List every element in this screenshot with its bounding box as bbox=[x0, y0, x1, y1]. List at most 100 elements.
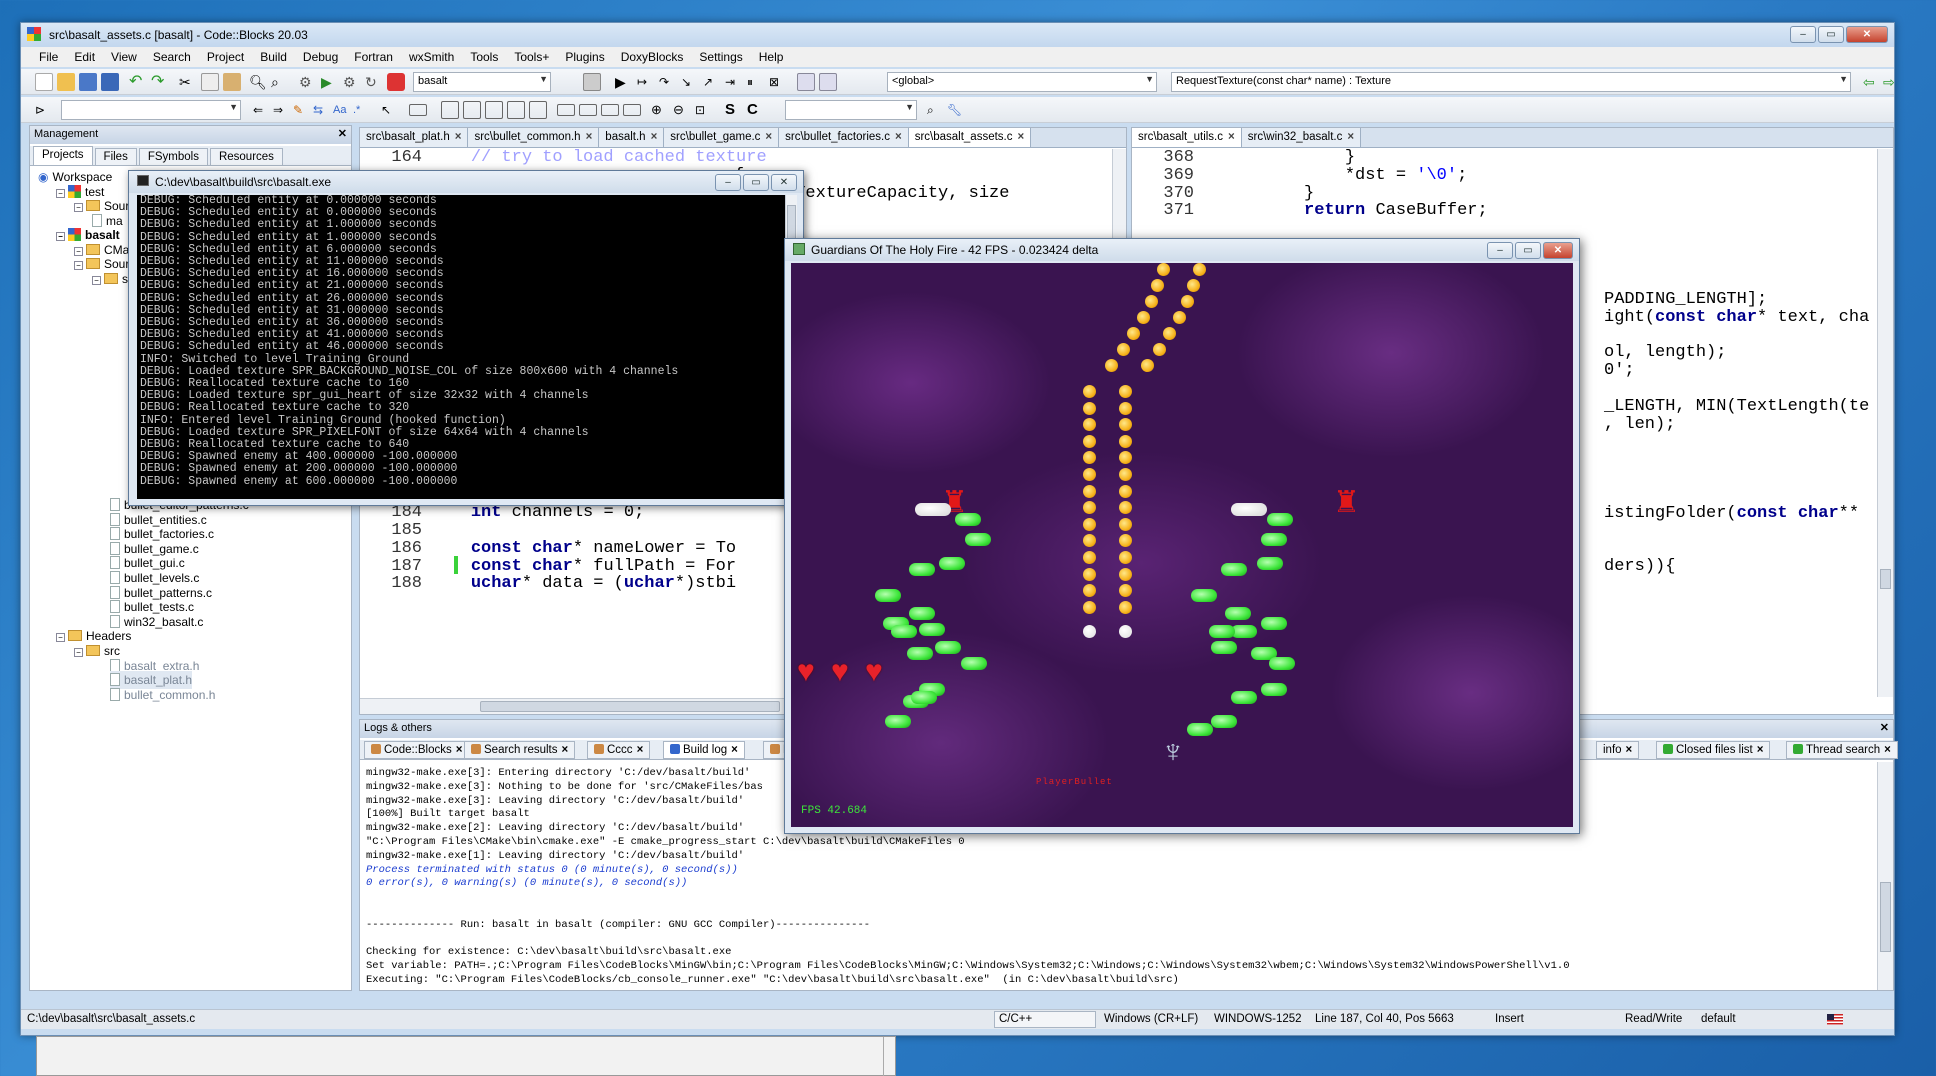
open-file-icon[interactable] bbox=[57, 73, 75, 91]
menu-file[interactable]: File bbox=[31, 50, 66, 64]
menu-tools[interactable]: Tools bbox=[462, 50, 506, 64]
editor-tab[interactable]: basalt.h × bbox=[599, 128, 665, 147]
frame-icon[interactable] bbox=[507, 101, 525, 119]
game-close-button[interactable]: ✕ bbox=[1543, 242, 1573, 259]
zoom-in-icon[interactable]: ⊕ bbox=[651, 101, 669, 119]
run-icon[interactable]: ▶ bbox=[321, 73, 339, 91]
paste-icon[interactable] bbox=[223, 73, 241, 91]
logs-vscroll[interactable] bbox=[1877, 762, 1893, 990]
tab-close-icon[interactable]: × bbox=[586, 131, 593, 143]
log-tab[interactable]: Thread search × bbox=[1786, 741, 1898, 759]
panel-icon[interactable] bbox=[529, 101, 547, 119]
menu-build[interactable]: Build bbox=[252, 50, 295, 64]
menu-settings[interactable]: Settings bbox=[691, 50, 750, 64]
highlight-icon[interactable]: ✎ bbox=[293, 101, 311, 119]
symbol-combo[interactable]: ▼ bbox=[61, 100, 241, 120]
copy-icon[interactable] bbox=[201, 73, 219, 91]
status-language[interactable]: C/C++ bbox=[994, 1011, 1096, 1028]
step-out-icon[interactable]: ↗ bbox=[703, 73, 721, 91]
editor-tab[interactable]: src\bullet_factories.c × bbox=[779, 128, 909, 147]
menu-search[interactable]: Search bbox=[145, 50, 199, 64]
expand-toggle-icon[interactable]: − bbox=[56, 188, 65, 198]
doc-icon[interactable] bbox=[485, 101, 503, 119]
log-tab[interactable]: info × bbox=[1596, 741, 1640, 759]
menu-debug[interactable]: Debug bbox=[295, 50, 346, 64]
expand-toggle-icon[interactable]: − bbox=[56, 633, 65, 643]
scope-select[interactable]: <global> ▼ bbox=[887, 72, 1157, 92]
undo-icon[interactable]: ↶ bbox=[129, 73, 147, 91]
tab-close-icon[interactable]: × bbox=[895, 131, 902, 143]
debug-start-icon[interactable]: ▶ bbox=[615, 73, 633, 91]
cut-icon[interactable]: ✂ bbox=[179, 73, 197, 91]
menu-plugins[interactable]: Plugins bbox=[557, 50, 612, 64]
expand-toggle-icon[interactable]: − bbox=[56, 232, 65, 241]
build-target-select[interactable]: basalt ▼ bbox=[413, 72, 551, 92]
editor-tab[interactable]: src\basalt_plat.h × bbox=[360, 128, 469, 147]
menu-project[interactable]: Project bbox=[199, 50, 252, 64]
search-icon[interactable]: ⌕ bbox=[927, 101, 945, 119]
step-into-icon[interactable]: ↘ bbox=[681, 73, 699, 91]
console-close-button[interactable]: ✕ bbox=[771, 174, 797, 191]
log-tab[interactable]: Search results × bbox=[464, 741, 576, 759]
tab-fsymbols[interactable]: FSymbols bbox=[138, 148, 208, 165]
block-icon[interactable] bbox=[409, 104, 427, 116]
menu-view[interactable]: View bbox=[103, 50, 145, 64]
c-icon[interactable]: C bbox=[747, 101, 765, 119]
tab-close-icon[interactable]: × bbox=[1228, 131, 1235, 143]
tab-close-icon[interactable]: × bbox=[455, 131, 462, 143]
log-tab[interactable]: Cccc × bbox=[587, 741, 651, 759]
tab-close-icon[interactable]: × bbox=[765, 131, 772, 143]
regex-icon[interactable]: .* bbox=[353, 101, 371, 119]
zoom-out-icon[interactable]: ⊖ bbox=[673, 101, 691, 119]
pause-icon[interactable]: ⏸︎ bbox=[747, 73, 765, 91]
rect2-icon[interactable] bbox=[579, 104, 597, 116]
build-and-run-icon[interactable]: ⚙ bbox=[343, 73, 361, 91]
find-icon[interactable]: 🔍︎ bbox=[249, 73, 267, 91]
management-close-icon[interactable]: ✕ bbox=[338, 127, 347, 140]
log-tab[interactable]: Closed files list × bbox=[1656, 741, 1771, 759]
save-all-icon[interactable] bbox=[101, 73, 119, 91]
log-tab[interactable]: Build log × bbox=[663, 741, 745, 759]
tab-close-icon[interactable]: × bbox=[1757, 744, 1764, 756]
target-options-icon[interactable] bbox=[583, 73, 601, 91]
save-icon[interactable] bbox=[79, 73, 97, 91]
expand-toggle-icon[interactable]: − bbox=[74, 203, 83, 212]
rect3-icon[interactable] bbox=[601, 104, 619, 116]
stop-debug-icon[interactable]: ⊠ bbox=[769, 73, 787, 91]
build-gear-icon[interactable]: ⚙ bbox=[299, 73, 317, 91]
editor-tab[interactable]: src\bullet_common.h × bbox=[468, 128, 600, 147]
image-icon[interactable] bbox=[441, 101, 459, 119]
prev-bookmark-icon[interactable]: ⇐ bbox=[253, 101, 271, 119]
pointer-icon[interactable]: ↖ bbox=[381, 101, 399, 119]
debug-info-icon[interactable] bbox=[819, 73, 837, 91]
logs-close-icon[interactable]: ✕ bbox=[1880, 721, 1889, 734]
menu-tools[interactable]: Tools+ bbox=[506, 50, 557, 64]
console-maximize-button[interactable]: ▭ bbox=[743, 174, 769, 191]
replace-icon[interactable]: ⌕ bbox=[271, 73, 289, 91]
jump-back-icon[interactable]: ⇦ bbox=[1863, 73, 1881, 91]
tab-close-icon[interactable]: × bbox=[562, 744, 569, 756]
menu-edit[interactable]: Edit bbox=[66, 50, 103, 64]
rebuild-icon[interactable]: ↻ bbox=[365, 73, 383, 91]
match-icon[interactable]: ⇆ bbox=[313, 101, 331, 119]
game-canvas[interactable]: ♜ ♜ ♆ PlayerBullet FPS 42.684 ♥ ♥ ♥ bbox=[791, 263, 1573, 827]
match-case-icon[interactable]: Aa bbox=[333, 101, 351, 119]
doxy-combo[interactable]: ▼ bbox=[785, 100, 917, 120]
minimize-button[interactable]: – bbox=[1790, 26, 1816, 43]
show-options-icon[interactable]: ⊳ bbox=[35, 101, 53, 119]
language-flag-icon[interactable] bbox=[1827, 1014, 1843, 1025]
tab-resources[interactable]: Resources bbox=[209, 148, 283, 165]
maximize-button[interactable]: ▭ bbox=[1818, 26, 1844, 43]
new-file-icon[interactable] bbox=[35, 73, 53, 91]
redo-icon[interactable]: ↷ bbox=[151, 73, 169, 91]
expand-toggle-icon[interactable]: − bbox=[74, 261, 83, 270]
menu-doxyblocks[interactable]: DoxyBlocks bbox=[613, 50, 692, 64]
jump-forward-icon[interactable]: ⇨ bbox=[1883, 73, 1901, 91]
editor-tab[interactable]: src\basalt_utils.c × bbox=[1132, 128, 1242, 147]
tab-close-icon[interactable]: × bbox=[637, 744, 644, 756]
expand-toggle-icon[interactable]: − bbox=[92, 275, 101, 285]
tab-close-icon[interactable]: × bbox=[1884, 744, 1891, 756]
menu-help[interactable]: Help bbox=[751, 50, 792, 64]
console-minimize-button[interactable]: – bbox=[715, 174, 741, 191]
list-icon[interactable] bbox=[463, 101, 481, 119]
